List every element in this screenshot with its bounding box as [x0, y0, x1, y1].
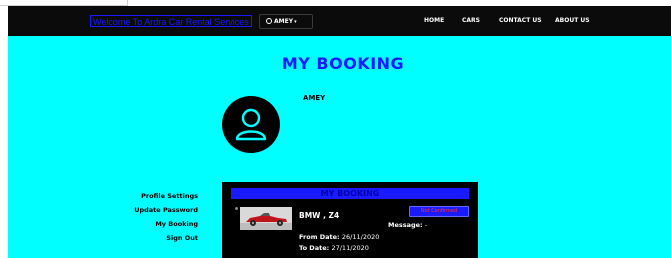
user-circle-icon — [266, 18, 272, 24]
booking-panel: MY BOOKING BMW , Z4 Not Confirmed Messag… — [222, 182, 478, 258]
chevron-down-icon: ▾ — [294, 19, 297, 25]
nav-cars[interactable]: CARS — [462, 17, 480, 25]
message-label: Message: — [388, 221, 423, 229]
booking-message: Message: - — [388, 221, 427, 229]
from-date-label: From Date: — [299, 233, 340, 241]
avatar — [222, 96, 280, 153]
booking-panel-header: MY BOOKING — [231, 188, 469, 199]
user-icon — [235, 108, 267, 141]
main-content: MY BOOKING AMEY Profile Settings Update … — [8, 36, 671, 258]
to-date-label: To Date: — [299, 244, 330, 252]
page-title: MY BOOKING — [281, 54, 405, 73]
nav-about-us[interactable]: ABOUT US — [555, 17, 590, 25]
to-date-value: 27/11/2020 — [331, 244, 369, 252]
car-name: BMW , Z4 — [299, 211, 340, 220]
car-image — [240, 207, 292, 230]
list-bullet — [235, 207, 238, 210]
sidebar-item-sign-out[interactable]: Sign Out — [166, 234, 198, 242]
sidebar-item-profile-settings[interactable]: Profile Settings — [141, 192, 198, 200]
from-date: From Date: 26/11/2020 — [299, 233, 379, 241]
brand-link[interactable]: Welcome To Ardra Car Rental Services — [90, 15, 252, 27]
status-badge: Not Confirmed — [409, 206, 469, 217]
red-convertible-car-icon — [240, 207, 292, 230]
nav-contact-us[interactable]: CONTACT US — [499, 17, 542, 25]
to-date: To Date: 27/11/2020 — [299, 244, 369, 252]
message-value: - — [424, 221, 428, 229]
user-menu-button[interactable]: AMEY▾ — [259, 14, 313, 29]
navbar: Welcome To Ardra Car Rental Services AME… — [8, 6, 671, 36]
profile-name: AMEY — [303, 94, 326, 102]
sidebar-item-my-booking[interactable]: My Booking — [155, 220, 198, 228]
from-date-value: 26/11/2020 — [341, 233, 380, 241]
nav-home[interactable]: HOME — [424, 17, 444, 25]
user-menu-label: AMEY — [274, 18, 294, 25]
sidebar-item-update-password[interactable]: Update Password — [134, 206, 198, 214]
